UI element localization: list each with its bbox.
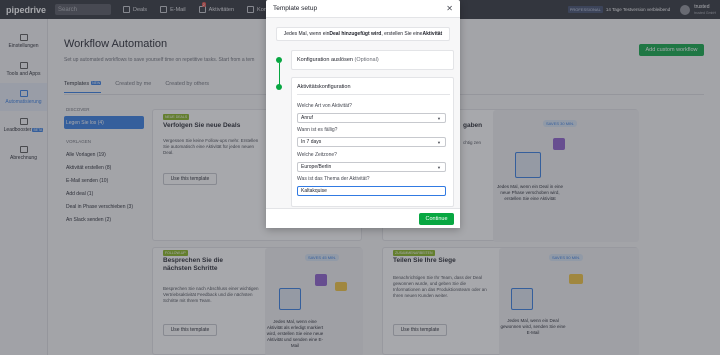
- dialog-body: Jedes Mal, wenn ein Deal hinzugefügt wir…: [266, 18, 460, 208]
- dialog-title: Template setup: [273, 5, 318, 12]
- workflow-summary: Jedes Mal, wenn ein Deal hinzugefügt wir…: [276, 27, 450, 41]
- select-value: In 7 days: [301, 139, 322, 145]
- select-value: Anruf: [301, 115, 313, 121]
- optional-label: (Optional): [354, 57, 379, 63]
- summary-text: Jedes Mal, wenn ein: [283, 31, 330, 37]
- summary-text: , erstellen Sie eine: [381, 31, 423, 37]
- divider: [297, 94, 450, 95]
- activity-subject-input[interactable]: Kaltakquise: [297, 186, 446, 196]
- input-value: Kaltakquise: [301, 188, 327, 194]
- field-label: Was ist das Thema der Aktivität?: [297, 176, 370, 182]
- caret-down-icon: ▼: [437, 116, 441, 121]
- continue-button[interactable]: Continue: [419, 213, 454, 225]
- due-date-select[interactable]: In 7 days ▼: [297, 137, 446, 147]
- summary-trigger: Deal hinzugefügt wird: [329, 31, 382, 37]
- caret-down-icon: ▼: [437, 165, 441, 170]
- field-label: Welche Art von Aktivität?: [297, 103, 352, 109]
- step-indicator: [276, 84, 282, 90]
- field-label: Wann ist es fällig?: [297, 127, 338, 133]
- activity-type-select[interactable]: Anruf ▼: [297, 113, 446, 123]
- select-value: Europe/Berlin: [301, 164, 332, 170]
- caret-down-icon: ▼: [437, 140, 441, 145]
- activity-config-section: Aktivitätskonfiguration Welche Art von A…: [291, 77, 454, 207]
- dialog-footer: Continue: [266, 208, 460, 228]
- section-title: Konfiguration auslösen (Optional): [297, 57, 379, 63]
- dialog-header: Template setup: [266, 0, 460, 18]
- trigger-config-section[interactable]: Konfiguration auslösen (Optional): [291, 50, 454, 70]
- step-connector: [278, 63, 280, 85]
- section-title: Aktivitätskonfiguration: [297, 84, 351, 90]
- field-label: Welche Zeitzone?: [297, 152, 337, 158]
- close-icon[interactable]: ✕: [446, 4, 453, 13]
- summary-action: Aktivität: [422, 31, 443, 37]
- template-setup-dialog: Template setup ✕ Jedes Mal, wenn ein Dea…: [266, 0, 460, 228]
- timezone-select[interactable]: Europe/Berlin ▼: [297, 162, 446, 172]
